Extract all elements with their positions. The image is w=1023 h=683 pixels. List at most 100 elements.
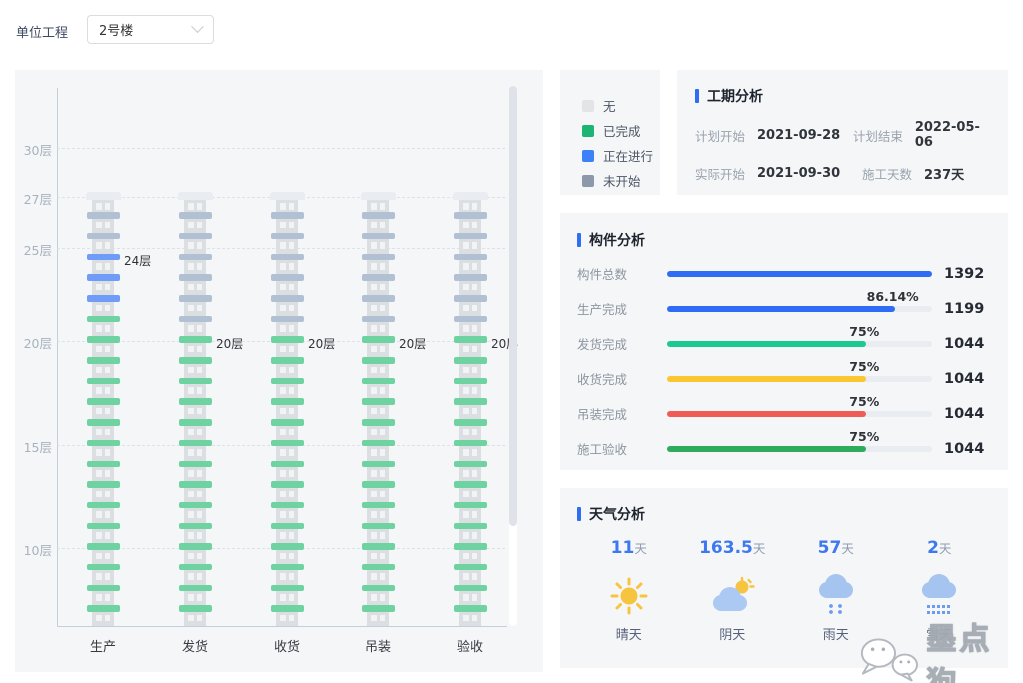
legend-item-none[interactable]: 无 <box>582 93 660 118</box>
floor-window <box>371 305 377 312</box>
building-floor <box>446 398 494 419</box>
dashboard-page: 单位工程 2号楼 30层27层25层20层15层10层 24层生产20层发货20… <box>0 0 1023 683</box>
y-tick-label: 20层 <box>15 333 52 352</box>
floor-wall <box>276 446 298 460</box>
floor-window <box>472 367 478 374</box>
floor-window <box>96 573 102 580</box>
floor-window <box>280 367 286 374</box>
building-floor <box>263 316 311 337</box>
component-row: 构件总数1392 <box>577 256 991 291</box>
floor-window <box>96 615 102 622</box>
floor-wall <box>459 550 481 564</box>
floor-window <box>289 222 295 229</box>
floor-window <box>289 242 295 249</box>
floor-wall <box>184 426 206 440</box>
building-floor <box>446 440 494 461</box>
floor-window <box>105 594 111 601</box>
building-floor <box>446 502 494 523</box>
status-legend-panel: 无已完成正在进行未开始 <box>560 70 660 195</box>
floor-window <box>188 222 194 229</box>
building-floor <box>171 523 219 544</box>
building-floor <box>263 192 311 213</box>
floor-window <box>105 532 111 539</box>
floor-wall <box>184 364 206 378</box>
building-floor <box>354 564 402 585</box>
floor-window <box>105 491 111 498</box>
floor-window <box>197 242 203 249</box>
floor-annotation: 20层 <box>308 335 335 352</box>
floor-window <box>197 222 203 229</box>
components-title: 构件分析 <box>577 230 991 250</box>
floor-window <box>371 615 377 622</box>
floor-wall <box>184 488 206 502</box>
floor-window <box>105 615 111 622</box>
floor-window <box>371 594 377 601</box>
floor-window <box>371 470 377 477</box>
building-floor <box>171 605 219 626</box>
legend-item-in_progress[interactable]: 正在进行 <box>582 143 660 168</box>
component-percent-label: 75% <box>849 429 879 444</box>
floor-window <box>472 305 478 312</box>
floor-window <box>96 346 102 353</box>
building-select-dropdown[interactable]: 2号楼 <box>87 15 214 44</box>
schedule-field-label: 实际开始 <box>695 164 757 183</box>
floor-window <box>371 429 377 436</box>
component-bar-fill <box>667 446 866 452</box>
floor-window <box>472 346 478 353</box>
floor-wall <box>367 612 389 626</box>
chart-scrollbar-track[interactable] <box>509 86 517 626</box>
floor-window <box>289 470 295 477</box>
legend-item-not_started[interactable]: 未开始 <box>582 168 660 193</box>
floor-window <box>105 284 111 291</box>
floor-window <box>105 367 111 374</box>
unit-project-label: 单位工程 <box>16 22 68 41</box>
floor-window <box>289 263 295 270</box>
building-floor <box>354 440 402 461</box>
floor-window <box>96 429 102 436</box>
floor-window <box>280 305 286 312</box>
watermark: 墨点狗 <box>856 614 1023 683</box>
weather-item-阴天: 163.5天阴天 <box>681 538 785 643</box>
building-floor <box>446 564 494 585</box>
chart-scrollbar-thumb[interactable] <box>509 86 517 526</box>
floor-window <box>371 408 377 415</box>
floor-window <box>380 242 386 249</box>
floor-window <box>371 449 377 456</box>
floor-wall <box>459 529 481 543</box>
floor-window <box>463 203 469 210</box>
building-roof-cap <box>361 192 396 201</box>
floor-window <box>472 470 478 477</box>
floor-window <box>188 511 194 518</box>
sun-icon <box>577 570 681 616</box>
building-floor <box>263 564 311 585</box>
floor-window <box>463 573 469 580</box>
floor-window <box>371 346 377 353</box>
floor-window <box>371 242 377 249</box>
building-column-发货 <box>171 192 219 626</box>
floor-window <box>105 305 111 312</box>
legend-item-completed[interactable]: 已完成 <box>582 118 660 143</box>
building-floor <box>354 336 402 357</box>
legend-label: 已完成 <box>603 121 641 140</box>
floor-wall <box>184 591 206 605</box>
weather-days: 11天 <box>577 538 681 558</box>
floor-window <box>105 408 111 415</box>
floor-window <box>280 284 286 291</box>
floor-wall <box>184 467 206 481</box>
floor-window <box>188 242 194 249</box>
weather-title: 天气分析 <box>577 504 991 524</box>
floor-window <box>188 367 194 374</box>
building-floor <box>263 440 311 461</box>
floor-window <box>197 491 203 498</box>
floor-window <box>96 553 102 560</box>
schedule-cell: 计划开始2021-09-28 <box>695 126 853 145</box>
floor-wall <box>367 570 389 584</box>
building-roof-cap <box>270 192 305 201</box>
floor-window <box>188 573 194 580</box>
floor-wall <box>92 343 114 357</box>
floor-window <box>371 532 377 539</box>
floor-wall <box>184 239 206 253</box>
component-row: 收货完成75%1044 <box>577 361 991 396</box>
legend-swatch-in_progress <box>582 150 594 162</box>
schedule-field-value: 2021-09-30 <box>757 166 840 181</box>
